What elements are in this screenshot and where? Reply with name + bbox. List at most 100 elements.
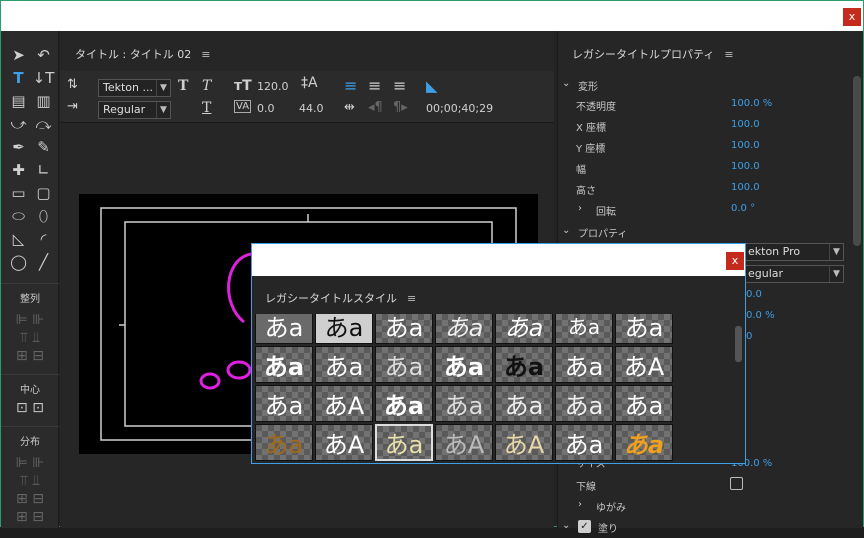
dialog-titlebar[interactable]: x — [252, 244, 745, 276]
rounded-rectangle-tool-icon[interactable]: ▢ — [31, 181, 56, 204]
style-swatch-selected[interactable]: あa — [375, 424, 433, 461]
style-swatch[interactable]: あa — [255, 314, 313, 344]
bold-icon[interactable]: T — [178, 78, 188, 94]
fill-row[interactable]: ⌄ ✓ 塗り — [558, 520, 848, 538]
style-swatch[interactable]: あa — [555, 385, 613, 422]
y-position-value[interactable]: 100.0 — [731, 140, 760, 151]
style-swatch[interactable]: あA — [315, 385, 373, 422]
underline-row: 下線 — [558, 477, 848, 496]
delete-anchor-tool-icon[interactable]: ✎ — [31, 135, 56, 158]
pen-tool-icon[interactable]: ✒ — [6, 135, 31, 158]
distort-row[interactable]: › ゆがみ — [558, 499, 848, 517]
properties-heading: プロパティ — [578, 229, 628, 240]
style-swatch[interactable]: あa — [255, 385, 313, 422]
style-swatch-grid: あa あa あa あa あa あa あa あa あa あa あa あa あa あ… — [255, 314, 675, 462]
show-background-video-icon[interactable]: ◣ — [426, 77, 438, 95]
style-swatch[interactable]: あa — [375, 314, 433, 344]
window-titlebar[interactable]: x — [1, 1, 863, 31]
style-swatch[interactable]: あa — [495, 346, 553, 383]
panel-menu-icon[interactable]: ≡ — [407, 292, 416, 305]
rounded-corner-tool-icon[interactable]: ⬯ — [31, 204, 56, 227]
style-swatch[interactable]: あa — [555, 314, 613, 344]
path-type-tool-icon[interactable]: ⤻ — [6, 112, 31, 135]
timecode-value[interactable]: 00;00;40;29 — [426, 102, 493, 115]
vertical-area-type-tool-icon[interactable]: ▥ — [31, 89, 56, 112]
style-swatch[interactable]: あa — [615, 314, 673, 344]
style-swatch[interactable]: あa — [495, 314, 553, 344]
partial-value-3[interactable]: 0 — [746, 331, 752, 342]
tab-stop-icon[interactable]: ⇹ — [344, 100, 355, 115]
style-swatch[interactable]: あa — [315, 314, 373, 344]
style-swatch[interactable]: あa — [555, 346, 613, 383]
dialog-scrollbar[interactable] — [735, 326, 742, 362]
font-style-select[interactable]: egular ▼ — [743, 265, 844, 283]
ellipse-tool-icon[interactable]: ◯ — [6, 250, 31, 273]
align-right-icon[interactable]: ≡ — [393, 76, 406, 95]
x-position-value[interactable]: 100.0 — [731, 119, 760, 130]
tools-panel: ➤ ↶ T ↓T ▤ ▥ ⤻ ⤼ ✒ ✎ ✚ ∟ ▭ ▢ ⬭ ⬯ ◺ ◜ ◯ ╱… — [1, 31, 59, 528]
italic-icon[interactable]: T — [202, 78, 211, 94]
add-anchor-tool-icon[interactable]: ✚ — [6, 158, 31, 181]
style-swatch[interactable]: あA — [615, 346, 673, 383]
roll-crawl-options-icon[interactable]: ⇅ — [67, 77, 78, 92]
properties-scrollbar[interactable] — [853, 76, 861, 246]
rectangle-tool-icon[interactable]: ▭ — [6, 181, 31, 204]
align-center-icon[interactable]: ≡ — [368, 76, 381, 95]
style-swatch[interactable]: あa — [375, 385, 433, 422]
style-swatch[interactable]: あa — [555, 424, 613, 461]
panel-menu-icon[interactable]: ≡ — [201, 48, 210, 61]
style-swatch[interactable]: あa — [255, 424, 313, 461]
style-swatch[interactable]: あa — [615, 385, 673, 422]
kerning-value[interactable]: 0.0 — [257, 102, 275, 115]
style-swatch[interactable]: あa — [435, 314, 493, 344]
center-icons[interactable]: ⊡ ⊡ — [1, 400, 59, 416]
font-family-select[interactable]: Tekton ... ▼ — [98, 79, 171, 97]
x-position-label: X 座標 — [576, 123, 607, 134]
rotation-value[interactable]: 0.0 ° — [731, 203, 755, 214]
style-swatch[interactable]: あa — [615, 424, 673, 461]
window-close-button[interactable]: x — [843, 8, 861, 26]
style-swatch[interactable]: あA — [315, 424, 373, 461]
tab-stops-icon[interactable]: ⇥ — [67, 99, 78, 114]
convert-anchor-tool-icon[interactable]: ∟ — [31, 158, 56, 181]
type-tool-icon[interactable]: T — [6, 66, 31, 89]
style-swatch[interactable]: あa — [435, 385, 493, 422]
align-left-icon[interactable]: ≡ — [344, 76, 357, 95]
wedge-tool-icon[interactable]: ◺ — [6, 227, 31, 250]
font-style-value: Regular — [103, 103, 146, 116]
underline-icon[interactable]: T — [202, 100, 211, 116]
opacity-value[interactable]: 100.0 % — [731, 98, 772, 109]
style-swatch[interactable]: あa — [315, 346, 373, 383]
area-type-tool-icon[interactable]: ▤ — [6, 89, 31, 112]
line-tool-icon[interactable]: ╱ — [31, 250, 56, 273]
font-style-select[interactable]: Regular ▼ — [98, 101, 171, 119]
width-value[interactable]: 100.0 — [731, 161, 760, 172]
height-value[interactable]: 100.0 — [731, 182, 760, 193]
style-swatch[interactable]: あa — [375, 346, 433, 383]
underline-checkbox[interactable] — [730, 477, 743, 490]
tracking-value[interactable]: 44.0 — [299, 102, 324, 115]
properties-section-header[interactable]: ⌄ プロパティ — [558, 225, 848, 243]
partial-value-1[interactable]: 0.0 — [746, 289, 762, 300]
style-swatch[interactable]: あA — [495, 424, 553, 461]
chevron-down-icon: ⌄ — [562, 225, 571, 236]
rotation-row[interactable]: › 回転 0.0 ° — [558, 203, 848, 221]
vertical-type-tool-icon[interactable]: ↓T — [31, 66, 56, 89]
clipped-rectangle-tool-icon[interactable]: ⬭ — [6, 204, 31, 227]
style-swatch[interactable]: あa — [495, 385, 553, 422]
font-family-select[interactable]: ekton Pro ▼ — [743, 243, 844, 261]
selection-tool-icon[interactable]: ➤ — [6, 43, 31, 66]
transform-section-header[interactable]: ⌄ 変形 — [558, 78, 848, 96]
vertical-path-type-tool-icon[interactable]: ⤼ — [31, 112, 56, 135]
partial-value-2[interactable]: 0.0 % — [746, 310, 775, 321]
rotate-tool-icon[interactable]: ↶ — [31, 43, 56, 66]
style-swatch[interactable]: あa — [255, 346, 313, 383]
arc-tool-icon[interactable]: ◜ — [31, 227, 56, 250]
panel-menu-icon[interactable]: ≡ — [724, 48, 733, 61]
style-swatch[interactable]: あa — [435, 346, 493, 383]
dialog-close-button[interactable]: x — [726, 252, 744, 270]
style-swatch[interactable]: あA — [435, 424, 493, 461]
font-size-value[interactable]: 120.0 — [257, 80, 289, 93]
width-label: 幅 — [576, 165, 586, 176]
distribute-heading: 分布 — [20, 437, 40, 448]
